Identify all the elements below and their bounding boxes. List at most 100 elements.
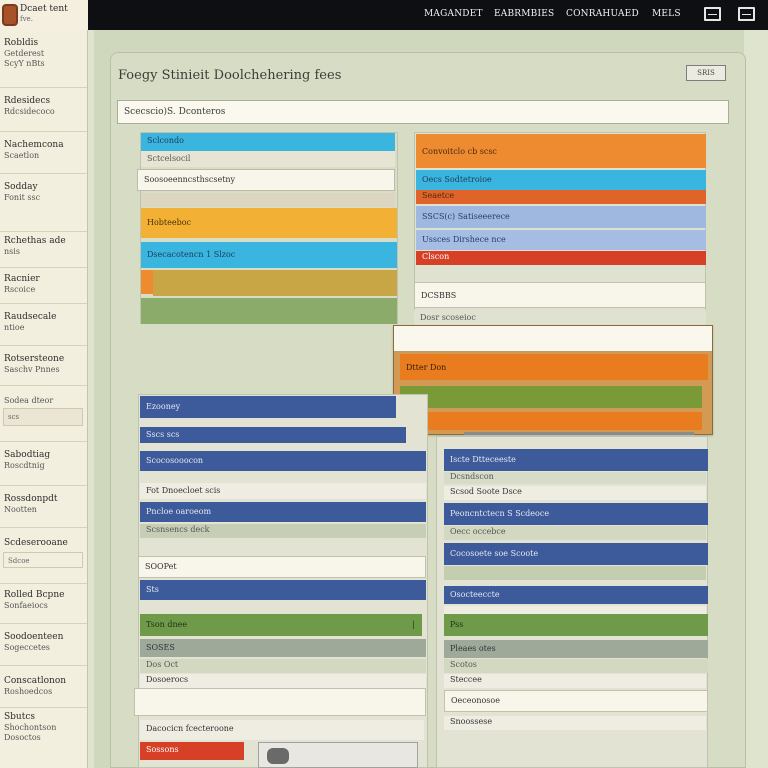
top-bar: Dcaet tent fve. MAGANDET EABRMBIES CONRA… (0, 0, 768, 30)
list-item[interactable]: Iscte Dtteceeste (444, 449, 708, 471)
nav-item-3[interactable]: CONRAHUAED (566, 9, 639, 19)
list-item[interactable]: Oeceonosoe (444, 690, 708, 712)
brand-title: Dcaet tent (20, 4, 68, 14)
list-item[interactable]: SSCS(c) Satiseeerece (416, 206, 706, 228)
page-title: Foegy Stinieit Doolchehering fees (118, 68, 342, 83)
list-item[interactable]: Sclcondo (141, 133, 395, 151)
sidebar-item-13[interactable]: Rolled Bcpne Sonfaeiocs (0, 586, 87, 624)
sidebar-item-sub: Roshoedcos (4, 687, 53, 696)
list-item[interactable]: Ussces Dirshece nce (416, 230, 706, 250)
list-item[interactable]: Peoncntctecn S Scdeoce (444, 503, 708, 525)
list-item[interactable]: Sts (140, 580, 426, 600)
list-item[interactable]: Snoossese (444, 716, 706, 730)
sidebar-item-6[interactable]: Racnier Rscoice (0, 270, 87, 304)
list-item[interactable]: Scocosooocon (140, 451, 426, 471)
list-item[interactable]: Dacocicn fcecteroone (140, 720, 424, 740)
sidebar-item-label: Sabodtiag (4, 450, 51, 460)
sidebar-item-5[interactable]: Rchethas ade nsis (0, 234, 87, 268)
sidebar-item-label: Nachemcona (4, 140, 64, 150)
sidebar-item-label: Rolled Bcpne (4, 590, 65, 600)
sidebar-item-1[interactable]: Robldis Getderest ScyY nBts (0, 38, 87, 88)
list-item (444, 606, 706, 614)
list-item[interactable]: Clscon (416, 251, 706, 265)
sidebar-item-3[interactable]: Nachemcona Scaetlon (0, 134, 87, 174)
list-item[interactable]: Hobteeboc (141, 208, 397, 238)
sidebar-item-label: Soodoenteen (4, 632, 64, 642)
popup-option[interactable] (400, 386, 702, 408)
sidebar-item-sub: Roscdtnig (4, 461, 45, 470)
sidebar-item-label: Robldis (4, 38, 39, 48)
menu-icon[interactable] (738, 7, 755, 21)
list-item[interactable]: Soosoeenncsthscsetny (137, 169, 395, 191)
sidebar-item-11[interactable]: Rossdonpdt Nootten (0, 488, 87, 528)
sidebar-item-label: Sodea dteor (4, 396, 54, 405)
list-item[interactable]: Oecc occebce (444, 526, 706, 540)
thumbnail-image (258, 742, 418, 768)
list-item[interactable]: Steccee (444, 674, 706, 688)
list-item[interactable]: Dosr scoseioc (414, 310, 706, 326)
list-item[interactable]: Sscs scs (140, 427, 406, 443)
list-item[interactable] (153, 270, 397, 296)
sidebar-item-2[interactable]: Rdesidecs Rdcsidecoco (0, 90, 87, 132)
popup-scrollbar[interactable] (464, 432, 694, 435)
list-item[interactable]: Dsecacotencn 1 Slzoc (141, 242, 397, 268)
nav-item-4[interactable]: MELS (652, 9, 681, 19)
title-action-button[interactable]: SRIS (686, 65, 726, 81)
sidebar-field[interactable]: scs (3, 408, 83, 426)
list-item[interactable]: Convoitclo cb scsc (416, 134, 706, 168)
list-item[interactable]: Pncloe oaroeom (140, 502, 426, 522)
list-item[interactable]: Sctcelsocil (141, 151, 395, 167)
list-item[interactable]: Cocosoete soe Scoote (444, 543, 708, 565)
sidebar-field-value: scs (8, 413, 20, 421)
sidebar-item-label: Sodday (4, 182, 38, 192)
sidebar-field[interactable]: Sdcoe (3, 552, 83, 568)
list-item[interactable]: SOSES (140, 639, 426, 657)
sidebar-item-sub: Shochontson (4, 723, 57, 732)
list-item[interactable]: Dosoerocs (140, 674, 426, 688)
popup-option[interactable] (400, 412, 702, 430)
sidebar-item-sub: Nootten (4, 505, 37, 514)
popup-header (394, 326, 712, 352)
list-item[interactable]: Pleaes otes (444, 640, 708, 658)
sidebar-item-4[interactable]: Sodday Fonit ssc (0, 176, 87, 232)
window-icon[interactable] (704, 7, 721, 21)
list-item[interactable]: Fot Dnoecloet scis (140, 483, 426, 499)
dropdown-popup[interactable]: Dtter Don (393, 325, 713, 435)
sidebar-item-16[interactable]: Sbutcs Shochontson Dosoctos (0, 710, 87, 768)
sidebar-item-sub: ntioe (4, 323, 25, 332)
popup-option[interactable]: Dtter Don (400, 354, 708, 380)
list-item[interactable]: Sossons (140, 742, 244, 760)
sidebar-item-15[interactable]: Conscatlonon Roshoedcos (0, 668, 87, 708)
list-item[interactable]: SOOPet (138, 556, 426, 578)
list-item[interactable]: Pss (444, 614, 708, 636)
sidebar-item-10[interactable]: Sabodtiag Roscdtnig (0, 444, 87, 486)
list-item[interactable]: Scotos (444, 659, 708, 673)
list-item[interactable]: Scsod Soote Dsce (444, 486, 706, 500)
nav-item-2[interactable]: EABRMBIES (494, 9, 554, 19)
sidebar-item-8[interactable]: Rotsersteone Saschv Pnnes (0, 348, 87, 386)
list-item[interactable]: Oecs Sodtetroioe (416, 170, 706, 190)
list-item (141, 193, 395, 207)
list-item[interactable]: DCSBBS (414, 282, 706, 308)
device-icon (267, 748, 289, 764)
nav-item-1[interactable]: MAGANDET (424, 9, 483, 19)
list-item[interactable] (134, 688, 426, 716)
sidebar-item-sub: Dosoctos (4, 733, 41, 742)
list-item[interactable]: Ezooney (140, 396, 396, 418)
brand-subtitle: fve. (20, 15, 33, 23)
sidebar-item-7[interactable]: Raudsecale ntioe (0, 306, 87, 346)
list-item[interactable]: Osocteeccte (444, 586, 708, 604)
sidebar-item-9[interactable]: Sodea dteor scs (0, 388, 87, 442)
list-item[interactable]: Seaetce (416, 190, 706, 204)
sidebar-item-sub: Getderest (4, 49, 45, 58)
sidebar-item-label: Rotsersteone (4, 354, 65, 364)
brand[interactable]: Dcaet tent fve. (0, 0, 88, 30)
sidebar-item-label: Sbutcs (4, 712, 35, 722)
sidebar-item-12[interactable]: Scdeserooane Sdcoe (0, 530, 87, 584)
sidebar-item-14[interactable]: Soodoenteen Sogeccetes (0, 626, 87, 666)
list-item[interactable]: Dcsndscon (444, 472, 706, 484)
search-input[interactable]: Scecscio)S. Dconteros (117, 100, 729, 124)
list-item[interactable]: Scsnsencs deck (140, 524, 426, 538)
list-item[interactable]: Tson dnee | (140, 614, 422, 636)
list-item[interactable]: Dos Oct (140, 659, 426, 673)
